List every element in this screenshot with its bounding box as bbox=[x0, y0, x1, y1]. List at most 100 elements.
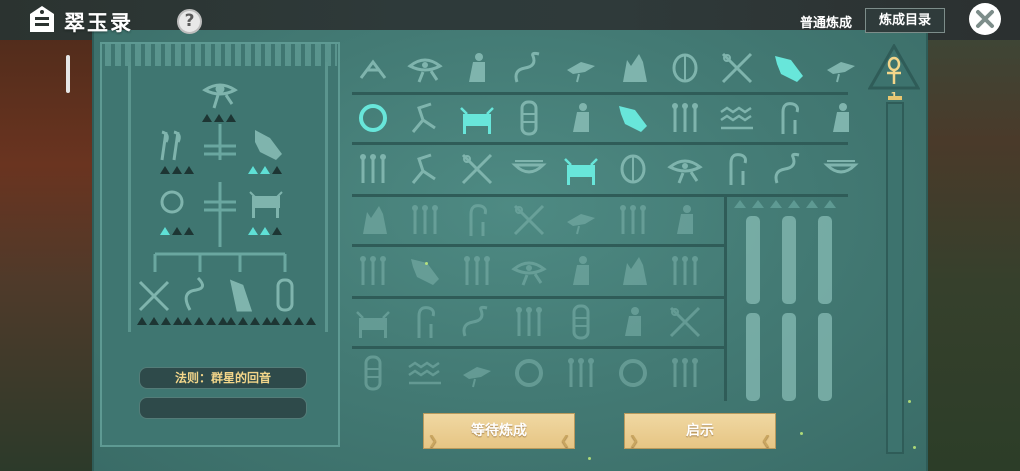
crossed-staffs-icon bbox=[138, 280, 170, 312]
chevron-right-icon: ❮ bbox=[760, 433, 771, 447]
anubis-icon bbox=[255, 130, 282, 160]
crook-icon[interactable] bbox=[717, 149, 757, 189]
reeds-icon bbox=[353, 251, 393, 291]
bird-icon bbox=[457, 353, 497, 393]
chevron-left-icon: ❯ bbox=[428, 433, 439, 447]
triangles-bottom-3 bbox=[226, 317, 272, 325]
reeds-icon bbox=[457, 251, 497, 291]
serpent-icon bbox=[184, 276, 204, 311]
bird-icon[interactable] bbox=[561, 48, 601, 88]
grid-divider bbox=[352, 244, 724, 247]
basket-icon[interactable] bbox=[821, 149, 861, 189]
reeds-icon bbox=[665, 251, 705, 291]
serpent-icon[interactable] bbox=[509, 48, 549, 88]
chevron-right-icon: ❮ bbox=[559, 433, 570, 447]
background-left bbox=[0, 0, 100, 471]
eye-of-horus-icon bbox=[509, 251, 549, 291]
serpent-icon[interactable] bbox=[769, 149, 809, 189]
anubis-icon[interactable] bbox=[613, 98, 653, 138]
jackal-icon bbox=[353, 200, 393, 240]
seated-figure-icon bbox=[613, 302, 653, 342]
triangles-bottom-4 bbox=[270, 317, 316, 325]
serpent-icon bbox=[457, 302, 497, 342]
crook-icon[interactable] bbox=[769, 98, 809, 138]
reeds-icon bbox=[561, 353, 601, 393]
jackal-icon bbox=[613, 251, 653, 291]
seated-figure-icon[interactable] bbox=[821, 98, 861, 138]
reeds-icon[interactable] bbox=[665, 98, 705, 138]
wait-synthesis-button[interactable]: ❯ 等待炼成 ❮ bbox=[423, 413, 575, 449]
rule-slot-empty bbox=[139, 397, 307, 419]
triangles-top bbox=[202, 114, 236, 122]
mummy-icon bbox=[561, 302, 601, 342]
scroll-indicator[interactable] bbox=[66, 55, 70, 93]
grid-divider bbox=[352, 296, 724, 299]
jackal-icon bbox=[229, 279, 253, 312]
triangles-right-1 bbox=[248, 166, 282, 174]
grid-divider bbox=[724, 196, 727, 401]
crook-icon bbox=[405, 302, 445, 342]
anubis-icon[interactable] bbox=[769, 48, 809, 88]
close-button[interactable] bbox=[969, 3, 1001, 35]
bird-icon[interactable] bbox=[821, 48, 861, 88]
close-icon bbox=[976, 10, 994, 28]
normal-mode-tab[interactable]: 普通炼成 bbox=[800, 12, 852, 31]
stele-tree bbox=[138, 83, 294, 312]
bull-icon[interactable] bbox=[561, 149, 601, 189]
sparkle bbox=[425, 262, 428, 265]
heron-icon[interactable] bbox=[405, 98, 445, 138]
ring-icon bbox=[160, 190, 184, 214]
scarab-icon[interactable] bbox=[613, 149, 653, 189]
reeds-icon bbox=[405, 200, 445, 240]
reeds-icon bbox=[665, 353, 705, 393]
reeds-icon[interactable] bbox=[353, 149, 393, 189]
reeds-icon bbox=[509, 302, 549, 342]
basket-icon[interactable] bbox=[509, 149, 549, 189]
bull-icon bbox=[249, 191, 283, 218]
seated-figure-icon[interactable] bbox=[457, 48, 497, 88]
waves-icon[interactable] bbox=[717, 98, 757, 138]
grid-divider bbox=[352, 92, 848, 95]
triangles-bottom-2 bbox=[182, 317, 228, 325]
app-title: 翠玉录 bbox=[64, 11, 133, 35]
eye-of-horus-icon[interactable] bbox=[405, 48, 445, 88]
triangles-left-2 bbox=[160, 227, 194, 235]
mummy-icon bbox=[353, 353, 393, 393]
sparkle bbox=[913, 446, 916, 449]
help-button[interactable]: ? bbox=[177, 9, 202, 34]
mummy-icon[interactable] bbox=[509, 98, 549, 138]
header: 翠玉录 ? 普通炼成 炼成目录 bbox=[0, 0, 1020, 40]
statues-panel bbox=[734, 200, 836, 401]
jackal-icon[interactable] bbox=[613, 48, 653, 88]
background-right bbox=[925, 0, 1020, 471]
grid-divider bbox=[352, 194, 848, 197]
seated-figure-icon[interactable] bbox=[561, 98, 601, 138]
eye-of-horus-icon bbox=[202, 83, 238, 109]
anubis-icon bbox=[405, 251, 445, 291]
waves-icon bbox=[405, 353, 445, 393]
crossed-staffs-icon[interactable] bbox=[457, 149, 497, 189]
scarab-bird-icon[interactable] bbox=[353, 48, 393, 88]
bull-icon bbox=[353, 302, 393, 342]
scarab-icon[interactable] bbox=[665, 48, 705, 88]
mummy-icon bbox=[276, 278, 294, 312]
eye-of-horus-icon[interactable] bbox=[665, 149, 705, 189]
sparkle bbox=[800, 432, 803, 435]
crossed-staffs-icon bbox=[509, 200, 549, 240]
bird-icon bbox=[561, 200, 601, 240]
sphinx-logo-icon bbox=[30, 6, 54, 32]
heron-icon[interactable] bbox=[405, 149, 445, 189]
progress-track bbox=[886, 102, 904, 454]
triangles-bottom-1 bbox=[137, 317, 183, 325]
crook-icon bbox=[457, 200, 497, 240]
ankh-level-icon[interactable] bbox=[868, 44, 920, 92]
reeds-icon bbox=[613, 200, 653, 240]
triangles-right-2 bbox=[248, 227, 282, 235]
bull-icon[interactable] bbox=[457, 98, 497, 138]
triangles-left-1 bbox=[160, 166, 194, 174]
ring-icon[interactable] bbox=[353, 98, 393, 138]
crossed-staffs-icon[interactable] bbox=[717, 48, 757, 88]
hint-button[interactable]: ❯ 启示 ❮ bbox=[624, 413, 776, 449]
catalog-button[interactable]: 炼成目录 bbox=[865, 8, 945, 33]
reeds-icon bbox=[160, 130, 181, 161]
